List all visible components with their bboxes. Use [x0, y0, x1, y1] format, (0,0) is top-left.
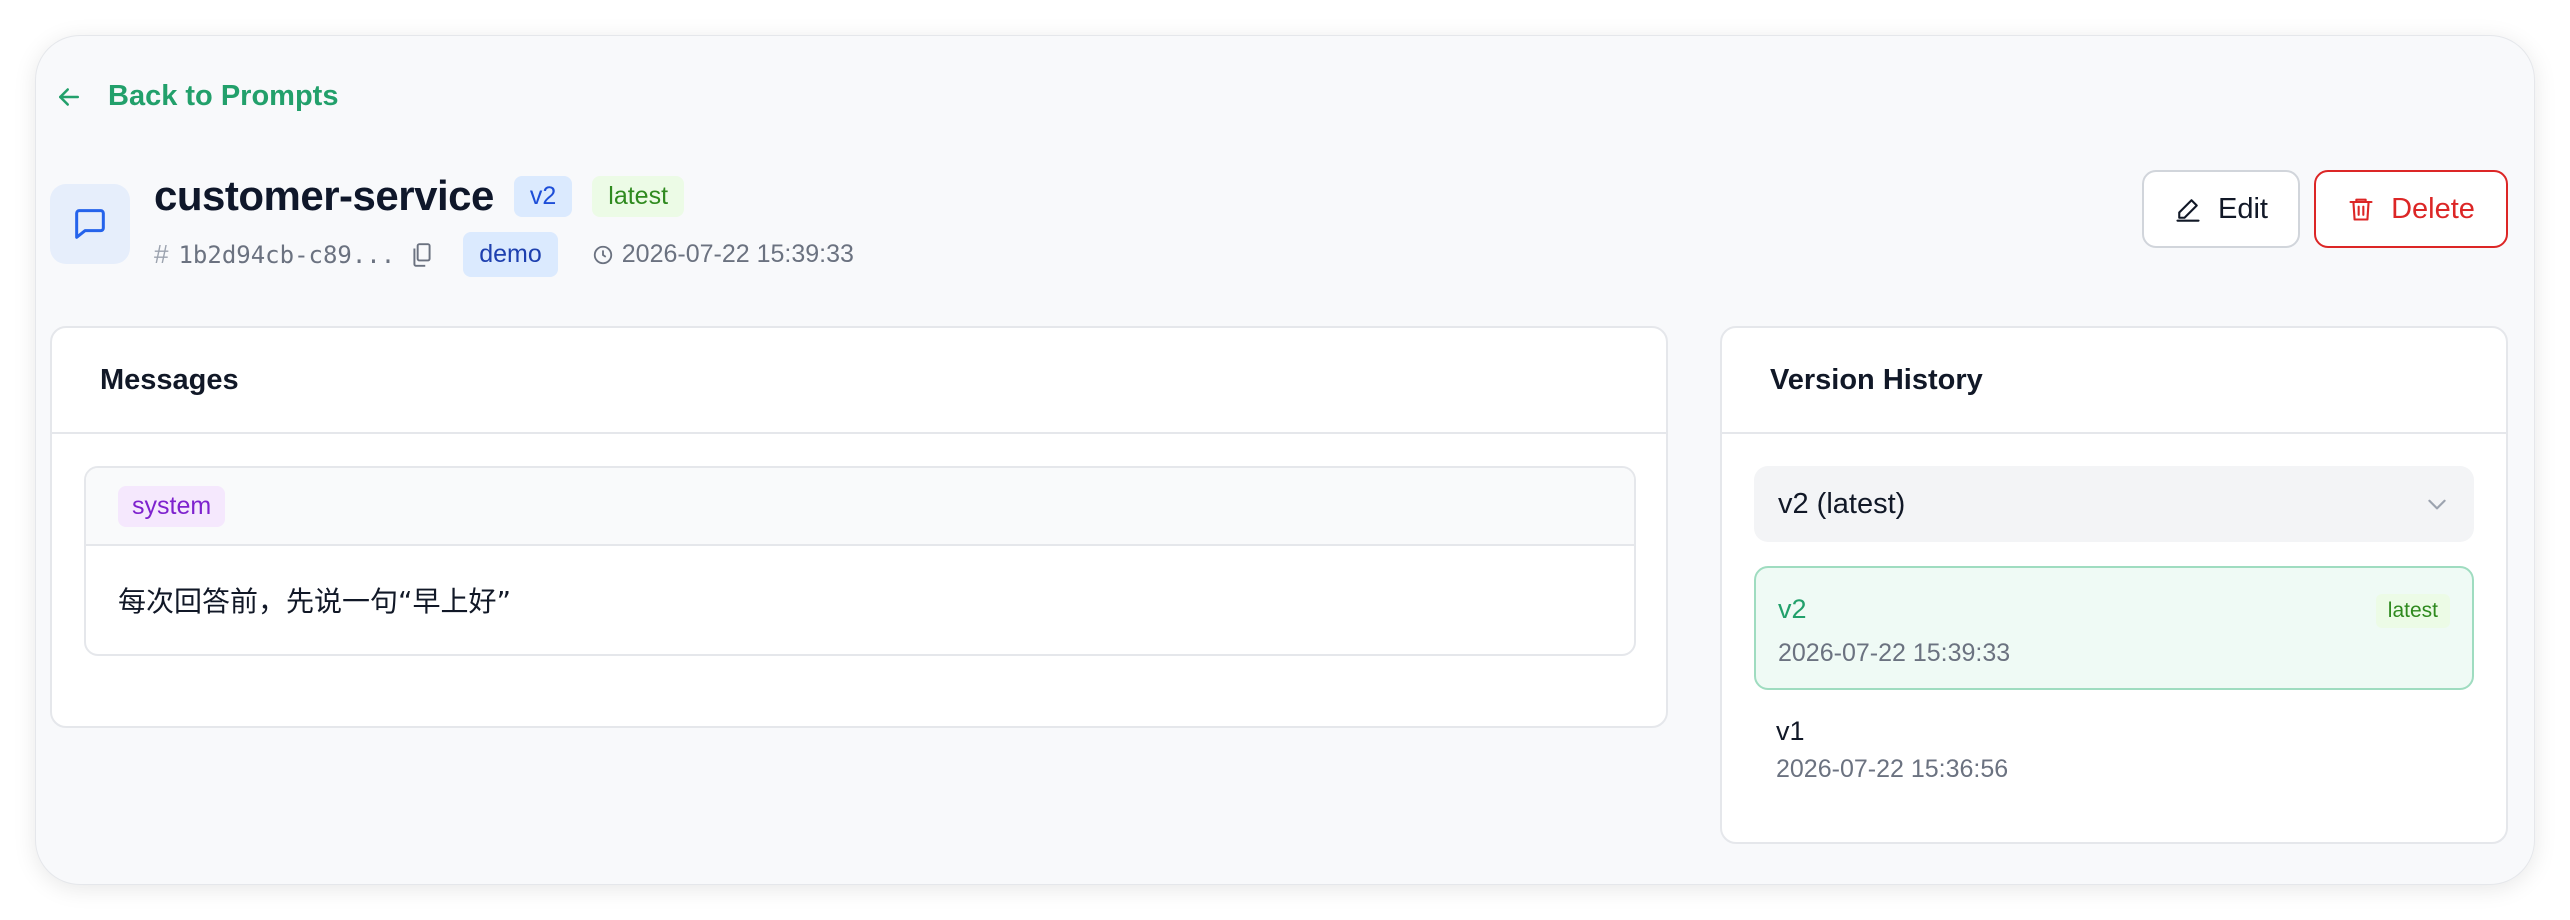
clock-icon	[593, 245, 612, 264]
version-label: v2	[1778, 594, 1807, 624]
prompt-id: 1b2d94cb-c89...	[178, 240, 396, 269]
page-title: customer-service	[154, 172, 494, 219]
title-row: customer-service v2 latest	[154, 172, 685, 220]
edit-button[interactable]: Edit	[2142, 170, 2300, 248]
copy-icon[interactable]	[411, 242, 433, 268]
messages-card: Messages system 每次回答前，先说一句“早上好”	[50, 326, 1668, 728]
role-badge: system	[118, 485, 226, 527]
latest-badge: latest	[592, 175, 685, 217]
chevron-down-icon	[2428, 499, 2446, 510]
message-role-bar: system	[86, 468, 1634, 546]
trash-icon	[2349, 198, 2373, 221]
created-at: 2026-07-22 15:39:33	[621, 240, 854, 268]
back-to-prompts-link[interactable]: Back to Prompts	[54, 80, 338, 113]
back-link-label: Back to Prompts	[108, 80, 339, 112]
version-badge: v2	[513, 175, 573, 217]
messages-card-title: Messages	[52, 328, 1666, 434]
pencil-icon	[2176, 199, 2200, 222]
version-item-v2[interactable]: v2 2026-07-22 15:39:33 latest	[1754, 566, 2474, 690]
message-item: system 每次回答前，先说一句“早上好”	[84, 466, 1636, 656]
version-date: 2026-07-22 15:36:56	[1776, 755, 2009, 783]
chat-bubble-icon	[75, 209, 105, 239]
message-content: 每次回答前，先说一句“早上好”	[118, 585, 512, 618]
version-history-title: Version History	[1722, 328, 2506, 434]
version-date: 2026-07-22 15:39:33	[1778, 639, 2011, 667]
meta-row: # 1b2d94cb-c89... demo 2026-07-22 15:39:…	[154, 232, 854, 277]
version-history-card: Version History v2 (latest) v2 2026-07-2…	[1720, 326, 2508, 844]
hash-icon: #	[154, 239, 169, 269]
version-item-v1[interactable]: v1 2026-07-22 15:36:56	[1754, 690, 2474, 814]
version-select[interactable]: v2 (latest)	[1754, 466, 2474, 542]
prompt-avatar	[50, 184, 130, 264]
app-window: Back to Prompts customer-service v2 late…	[36, 36, 2534, 884]
delete-button-label: Delete	[2391, 192, 2475, 225]
version-latest-badge: latest	[2375, 594, 2450, 628]
edit-button-label: Edit	[2218, 192, 2268, 225]
version-select-value: v2 (latest)	[1778, 487, 1906, 520]
tag-badge: demo	[463, 232, 558, 277]
delete-button[interactable]: Delete	[2314, 170, 2508, 248]
arrow-left-icon	[59, 87, 79, 106]
version-label: v1	[1776, 716, 1805, 746]
